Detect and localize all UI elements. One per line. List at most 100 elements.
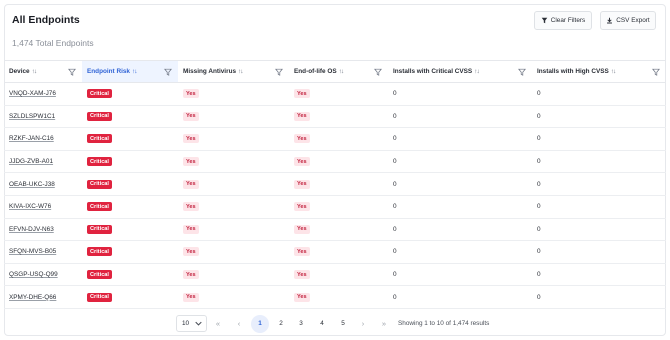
- device-link[interactable]: KIVA-IXC-W76: [4, 195, 82, 219]
- csv-export-button[interactable]: CSV Export: [600, 11, 656, 30]
- eol-os-cell: Yes: [289, 172, 388, 196]
- antivirus-badge: Yes: [183, 202, 199, 212]
- last-page-button[interactable]: »: [377, 318, 391, 330]
- column-header-critical-cvss[interactable]: Installs with Critical CVSS ↑↓: [388, 60, 532, 83]
- column-label: Installs with High CVSS: [537, 68, 609, 75]
- sort-icon[interactable]: ↑↓: [339, 68, 344, 75]
- risk-badge: Critical: [87, 179, 112, 189]
- page-size-select[interactable]: 10: [176, 315, 207, 332]
- page-button-3[interactable]: 3: [292, 315, 310, 333]
- risk-badge: Critical: [87, 202, 112, 212]
- prev-page-button[interactable]: ‹: [232, 318, 246, 330]
- high-cvss-cell: 0: [532, 172, 666, 196]
- critical-cvss-cell: 0: [388, 195, 532, 219]
- missing-antivirus-cell: Yes: [178, 150, 289, 174]
- missing-antivirus-cell: Yes: [178, 127, 289, 151]
- eol-os-cell: Yes: [289, 150, 388, 174]
- column-header-high-cvss[interactable]: Installs with High CVSS ↑↓: [532, 60, 666, 83]
- page-button-1[interactable]: 1: [251, 315, 269, 333]
- sort-icon[interactable]: ↑↓: [238, 68, 243, 75]
- filter-icon[interactable]: [652, 68, 660, 76]
- first-page-button[interactable]: «: [211, 318, 225, 330]
- eol-os-cell: Yes: [289, 127, 388, 151]
- antivirus-badge: Yes: [183, 89, 199, 99]
- antivirus-badge: Yes: [183, 247, 199, 257]
- table-row[interactable]: SZLDLSPW1C1 Critical Yes Yes 0 0: [4, 105, 666, 129]
- filter-clear-icon: [541, 17, 548, 24]
- eol-badge: Yes: [294, 292, 310, 302]
- high-cvss-cell: 0: [532, 127, 666, 151]
- eol-badge: Yes: [294, 134, 310, 144]
- eol-os-cell: Yes: [289, 240, 388, 264]
- endpoint-risk-cell: Critical: [82, 240, 178, 264]
- sort-icon[interactable]: ↑↓: [132, 68, 137, 75]
- sort-icon[interactable]: ↑↓: [474, 68, 479, 75]
- antivirus-badge: Yes: [183, 157, 199, 167]
- page-button-4[interactable]: 4: [313, 315, 331, 333]
- page-title: All Endpoints: [12, 14, 80, 26]
- device-link[interactable]: VNQD-XAM-J76: [4, 82, 82, 106]
- table-row[interactable]: SFQN-MVS-B05 Critical Yes Yes 0 0: [4, 240, 666, 264]
- critical-cvss-cell: 0: [388, 263, 532, 287]
- missing-antivirus-cell: Yes: [178, 218, 289, 242]
- device-link[interactable]: OEAB-UKC-J38: [4, 172, 82, 196]
- device-link[interactable]: SZLDLSPW1C1: [4, 105, 82, 129]
- risk-badge: Critical: [87, 134, 112, 144]
- table-row[interactable]: KIVA-IXC-W76 Critical Yes Yes 0 0: [4, 195, 666, 219]
- risk-badge: Critical: [87, 89, 112, 99]
- column-header-missing-antivirus[interactable]: Missing Antivirus ↑↓: [178, 60, 289, 83]
- sort-icon[interactable]: ↑↓: [611, 68, 616, 75]
- filter-icon[interactable]: [374, 68, 382, 76]
- table-row[interactable]: JJDG-ZVB-A01 Critical Yes Yes 0 0: [4, 150, 666, 174]
- eol-os-cell: Yes: [289, 195, 388, 219]
- critical-cvss-cell: 0: [388, 172, 532, 196]
- high-cvss-cell: 0: [532, 82, 666, 106]
- eol-os-cell: Yes: [289, 285, 388, 309]
- table-header-row: Device ↑↓ Endpoint Risk ↑↓ Missing Antivirus…: [4, 60, 666, 83]
- download-icon: [607, 17, 613, 24]
- missing-antivirus-cell: Yes: [178, 195, 289, 219]
- filter-icon[interactable]: [164, 68, 172, 76]
- column-label: Missing Antivirus: [183, 68, 237, 75]
- critical-cvss-cell: 0: [388, 82, 532, 106]
- table-row[interactable]: QSGP-USQ-Q99 Critical Yes Yes 0 0: [4, 263, 666, 287]
- table-row[interactable]: OEAB-UKC-J38 Critical Yes Yes 0 0: [4, 172, 666, 196]
- filter-icon[interactable]: [275, 68, 283, 76]
- risk-badge: Critical: [87, 270, 112, 280]
- high-cvss-cell: 0: [532, 218, 666, 242]
- table-body: VNQD-XAM-J76 Critical Yes Yes 0 0 SZLDLSPW1C1 C…: [4, 82, 666, 309]
- device-link[interactable]: EFVN-DJV-N63: [4, 218, 82, 242]
- device-link[interactable]: QSGP-USQ-Q99: [4, 263, 82, 287]
- critical-cvss-cell: 0: [388, 127, 532, 151]
- sort-icon[interactable]: ↑↓: [32, 68, 37, 75]
- critical-cvss-cell: 0: [388, 285, 532, 309]
- missing-antivirus-cell: Yes: [178, 82, 289, 106]
- high-cvss-cell: 0: [532, 263, 666, 287]
- critical-cvss-cell: 0: [388, 218, 532, 242]
- page-size-value: 10: [182, 320, 190, 327]
- eol-os-cell: Yes: [289, 218, 388, 242]
- page-button-2[interactable]: 2: [272, 315, 290, 333]
- table-row[interactable]: RZKF-JAN-C16 Critical Yes Yes 0 0: [4, 127, 666, 151]
- total-endpoints-count: 1,474 Total Endpoints: [12, 38, 94, 48]
- device-link[interactable]: JJDG-ZVB-A01: [4, 150, 82, 174]
- table-row[interactable]: VNQD-XAM-J76 Critical Yes Yes 0 0: [4, 82, 666, 106]
- table-row[interactable]: XPMY-DHE-Q66 Critical Yes Yes 0 0: [4, 285, 666, 309]
- risk-badge: Critical: [87, 111, 112, 121]
- endpoint-risk-cell: Critical: [82, 218, 178, 242]
- filter-icon[interactable]: [518, 68, 526, 76]
- risk-badge: Critical: [87, 247, 112, 257]
- table-row[interactable]: EFVN-DJV-N63 Critical Yes Yes 0 0: [4, 218, 666, 242]
- endpoint-risk-cell: Critical: [82, 263, 178, 287]
- column-header-end-of-life-os[interactable]: End-of-life OS ↑↓: [289, 60, 388, 83]
- column-header-device[interactable]: Device ↑↓: [4, 60, 82, 83]
- device-link[interactable]: SFQN-MVS-B05: [4, 240, 82, 264]
- next-page-button[interactable]: ›: [356, 318, 370, 330]
- device-link[interactable]: RZKF-JAN-C16: [4, 127, 82, 151]
- risk-badge: Critical: [87, 292, 112, 302]
- page-button-5[interactable]: 5: [334, 315, 352, 333]
- device-link[interactable]: XPMY-DHE-Q66: [4, 285, 82, 309]
- filter-icon[interactable]: [68, 68, 76, 76]
- column-header-endpoint-risk[interactable]: Endpoint Risk ↑↓: [82, 60, 178, 83]
- clear-filters-button[interactable]: Clear Filters: [534, 11, 592, 30]
